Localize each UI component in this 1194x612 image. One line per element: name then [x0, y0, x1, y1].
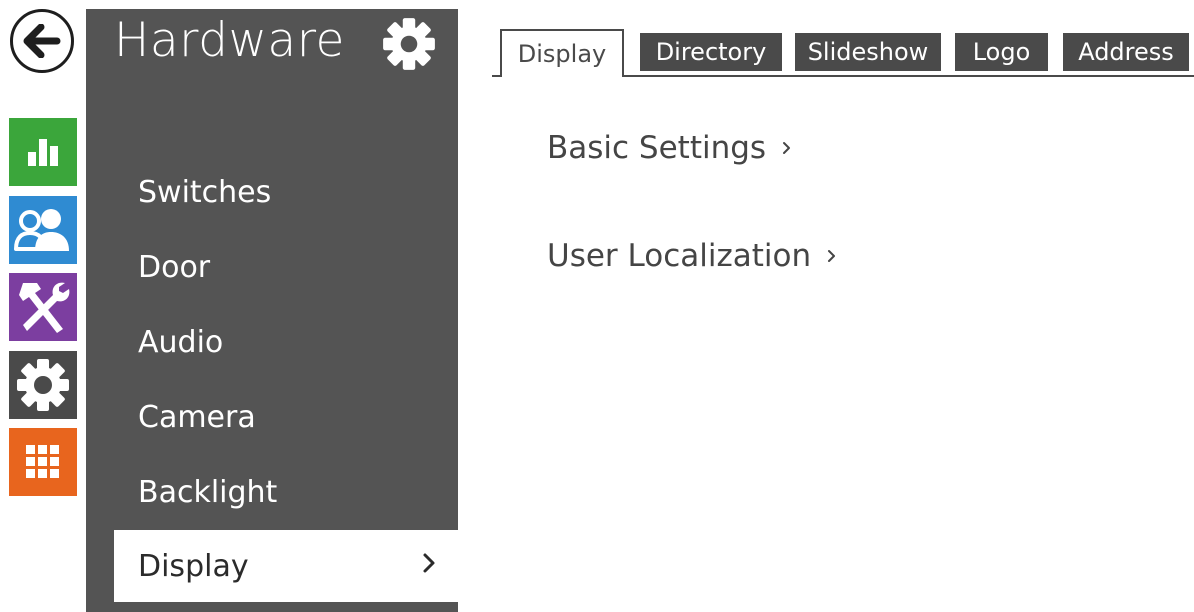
- chevron-right-icon: [828, 250, 836, 262]
- rail-system-button[interactable]: [9, 351, 77, 419]
- rail-directory-button[interactable]: [9, 196, 77, 264]
- back-button[interactable]: [10, 9, 74, 73]
- rail-hardware-button[interactable]: [9, 273, 77, 341]
- sidebar-item-door[interactable]: Door: [86, 231, 458, 303]
- sidebar-item-switches[interactable]: Switches: [86, 156, 458, 228]
- sidebar-item-label: Display: [138, 548, 249, 584]
- section-label: User Localization: [547, 238, 812, 274]
- sidebar-item-backlight[interactable]: Backlight: [86, 456, 458, 528]
- tab-label: Address: [1078, 38, 1174, 66]
- gear-icon: [17, 359, 69, 411]
- section-label: Basic Settings: [547, 130, 767, 166]
- tab-label: Directory: [655, 38, 767, 66]
- bar-chart-icon: [28, 139, 58, 166]
- sidebar-item-label: Door: [138, 249, 211, 285]
- tab-directory[interactable]: Directory: [640, 33, 782, 71]
- gear-icon: [383, 18, 435, 70]
- sidebar-item-label: Camera: [138, 399, 256, 435]
- rail-services-button[interactable]: [9, 428, 77, 496]
- tab-logo[interactable]: Logo: [955, 33, 1048, 71]
- section-sidebar: Hardware Switches Door Audio Camera Back…: [86, 9, 458, 612]
- user-localization-link[interactable]: User Localization: [547, 238, 836, 274]
- sidebar-item-label: Switches: [138, 174, 272, 210]
- sidebar-item-audio[interactable]: Audio: [86, 306, 458, 378]
- grid-icon: [26, 445, 59, 478]
- sidebar-item-label: Audio: [138, 324, 224, 360]
- tab-label: Logo: [972, 38, 1031, 66]
- sidebar-item-camera[interactable]: Camera: [86, 381, 458, 453]
- sidebar-item-label: Backlight: [138, 474, 278, 510]
- tab-label: Display: [517, 40, 607, 68]
- tab-display[interactable]: Display: [500, 29, 624, 77]
- tools-icon: [19, 282, 70, 333]
- tab-slideshow[interactable]: Slideshow: [795, 33, 941, 71]
- sidebar-item-display[interactable]: Display: [114, 530, 458, 602]
- arrow-left-icon: [23, 24, 61, 58]
- sidebar-settings-button[interactable]: [380, 15, 438, 73]
- tab-address[interactable]: Address: [1063, 33, 1189, 71]
- rail-status-button[interactable]: [9, 118, 77, 186]
- users-icon: [14, 209, 69, 251]
- tab-label: Slideshow: [807, 38, 929, 66]
- chevron-right-icon: [783, 142, 791, 154]
- basic-settings-link[interactable]: Basic Settings: [547, 130, 791, 166]
- page: Hardware Switches Door Audio Camera Back…: [0, 0, 1194, 612]
- sidebar-title: Hardware: [114, 13, 345, 68]
- chevron-right-icon: [423, 553, 435, 573]
